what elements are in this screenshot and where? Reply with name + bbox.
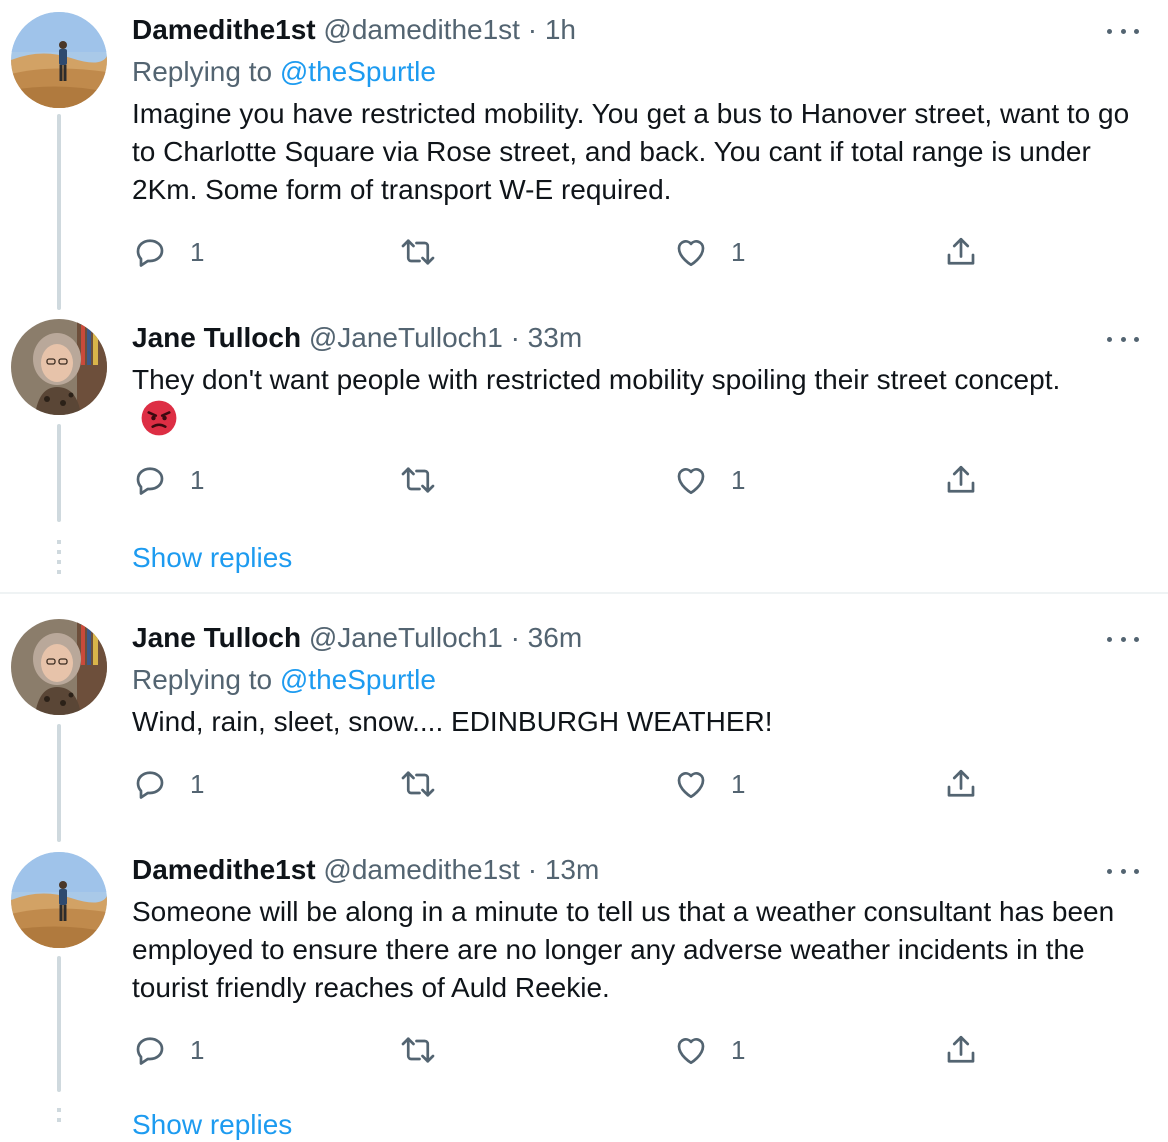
retweet-button[interactable] (400, 460, 436, 500)
tweet-time[interactable]: · 1h (528, 14, 576, 45)
retweet-icon (401, 1037, 435, 1063)
retweet-button[interactable] (400, 232, 436, 272)
thread-dots (57, 540, 61, 576)
share-icon (947, 465, 975, 493)
reply-icon (136, 1037, 164, 1065)
avatar[interactable] (11, 319, 107, 415)
reply-icon (136, 771, 164, 799)
thread-line (57, 114, 61, 310)
retweet-button[interactable] (400, 764, 436, 804)
reply-button[interactable]: 1 (132, 460, 204, 500)
author-name[interactable]: Jane Tulloch (132, 622, 301, 653)
reply-icon (136, 239, 164, 267)
reply-icon (136, 467, 164, 495)
author-handle[interactable]: @JaneTulloch1 (309, 622, 503, 653)
tweet-header: Damedithe1st @damedithe1st · 13m (132, 853, 1108, 887)
like-button[interactable]: 1 (673, 1030, 745, 1070)
tweet-header: Damedithe1st @damedithe1st · 1h (132, 13, 1108, 47)
author-handle[interactable]: @JaneTulloch1 (309, 322, 503, 353)
show-replies-link[interactable]: Show replies (132, 541, 292, 575)
tweet-time[interactable]: · 36m (511, 622, 583, 653)
avatar[interactable] (11, 12, 107, 108)
replying-to-handle[interactable]: @theSpurtle (280, 664, 436, 695)
heart-icon (677, 468, 705, 495)
tweet-actions: 1 1 (132, 460, 992, 500)
avatar-woman-image (11, 319, 107, 415)
more-options-icon[interactable] (1107, 861, 1139, 881)
like-count: 1 (731, 236, 746, 267)
like-count: 1 (731, 768, 746, 799)
share-button[interactable] (943, 1030, 979, 1070)
reply-button[interactable]: 1 (132, 232, 204, 272)
more-options-icon[interactable] (1107, 329, 1139, 349)
share-icon (947, 237, 975, 265)
author-name[interactable]: Jane Tulloch (132, 322, 301, 353)
avatar-woman-image (11, 619, 107, 715)
share-icon (947, 1035, 975, 1063)
reply-button[interactable]: 1 (132, 764, 204, 804)
author-name[interactable]: Damedithe1st (132, 14, 316, 45)
replying-to-handle[interactable]: @theSpurtle (280, 56, 436, 87)
like-button[interactable]: 1 (673, 764, 745, 804)
share-button[interactable] (943, 764, 979, 804)
like-button[interactable]: 1 (673, 232, 745, 272)
thread-line (57, 724, 61, 842)
show-replies-link[interactable]: Show replies (132, 1108, 292, 1142)
avatar[interactable] (11, 852, 107, 948)
author-handle[interactable]: @damedithe1st (323, 854, 520, 885)
more-options-icon[interactable] (1107, 629, 1139, 649)
retweet-icon (401, 239, 435, 265)
like-count: 1 (731, 464, 746, 495)
like-count: 1 (731, 1034, 746, 1065)
retweet-button[interactable] (400, 1030, 436, 1070)
replying-prefix: Replying to (132, 56, 273, 87)
tweet-actions: 1 1 (132, 1030, 992, 1070)
tweet-actions: 1 1 (132, 764, 992, 804)
reply-count: 1 (190, 464, 205, 495)
tweet-text: Wind, rain, sleet, snow.... EDINBURGH WE… (132, 706, 773, 737)
retweet-icon (401, 771, 435, 797)
tweet-text-block: They don't want people with restricted m… (132, 361, 1092, 439)
heart-icon (677, 240, 705, 267)
author-handle[interactable]: @damedithe1st (323, 14, 520, 45)
reply-count: 1 (190, 1034, 205, 1065)
avatar-desert-image (11, 852, 107, 948)
avatar[interactable] (11, 619, 107, 715)
thread-divider (0, 592, 1168, 594)
share-button[interactable] (943, 460, 979, 500)
heart-icon (677, 772, 705, 799)
reply-count: 1 (190, 236, 205, 267)
tweet-text: Someone will be along in a minute to tel… (132, 896, 1115, 1003)
share-button[interactable] (943, 232, 979, 272)
replying-prefix: Replying to (132, 664, 273, 695)
thread-line (57, 956, 61, 1092)
angry-face-icon (141, 400, 177, 436)
tweet-time[interactable]: · 13m (528, 854, 600, 885)
like-button[interactable]: 1 (673, 460, 745, 500)
reply-button[interactable]: 1 (132, 1030, 204, 1070)
tweet-time[interactable]: · 33m (511, 322, 583, 353)
reply-count: 1 (190, 768, 205, 799)
heart-icon (677, 1038, 705, 1065)
thread-dots (57, 1108, 61, 1124)
replying-to: Replying to @theSpurtle (132, 55, 436, 89)
thread-line (57, 424, 61, 522)
more-options-icon[interactable] (1107, 21, 1139, 41)
tweet-text: They don't want people with restricted m… (132, 364, 1061, 395)
tweet-text: Imagine you have restricted mobility. Yo… (132, 98, 1130, 205)
tweet-header: Jane Tulloch @JaneTulloch1 · 33m (132, 321, 1108, 355)
avatar-desert-image (11, 12, 107, 108)
share-icon (947, 769, 975, 797)
retweet-icon (401, 467, 435, 493)
tweet-header: Jane Tulloch @JaneTulloch1 · 36m (132, 621, 1108, 655)
replying-to: Replying to @theSpurtle (132, 663, 436, 697)
author-name[interactable]: Damedithe1st (132, 854, 316, 885)
tweet-actions: 1 1 (132, 232, 992, 272)
